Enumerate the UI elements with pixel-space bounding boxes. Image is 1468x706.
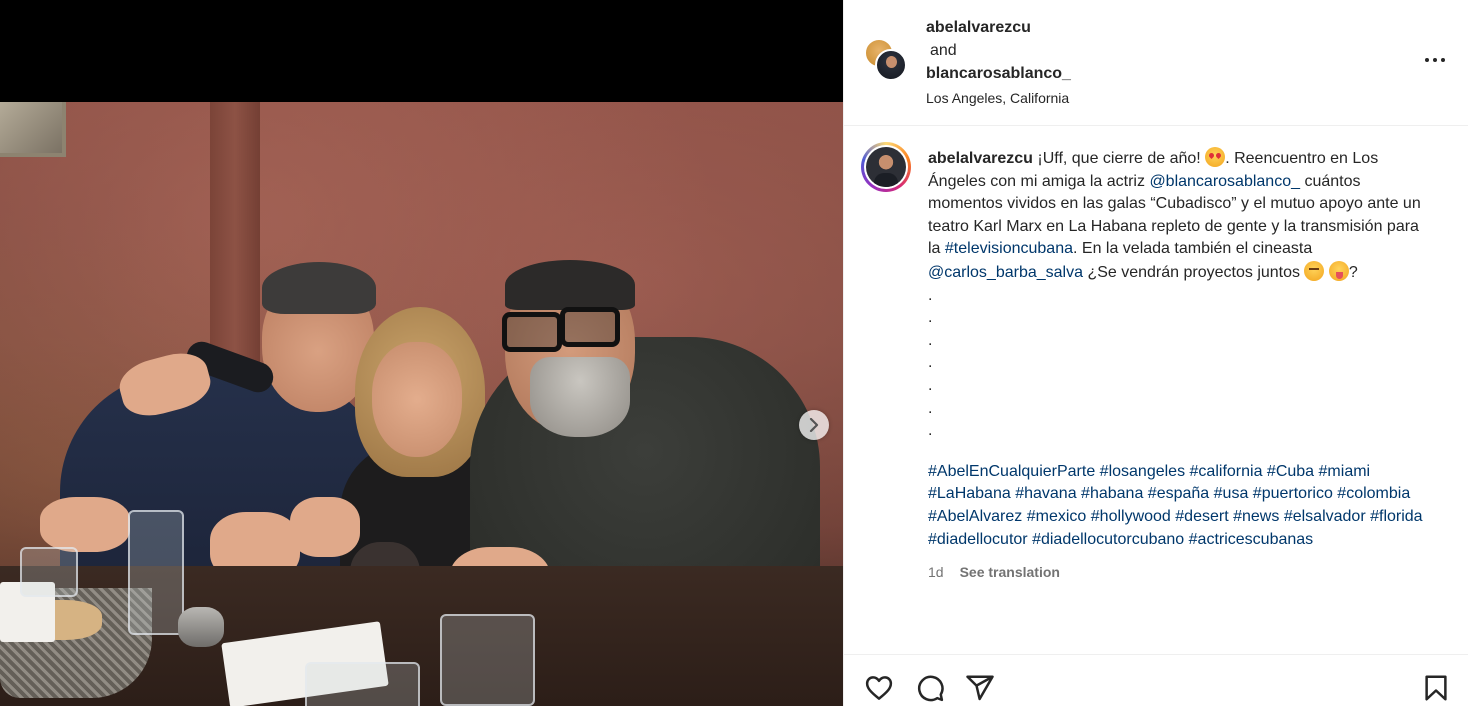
water-glass xyxy=(305,662,420,706)
header-username-1[interactable]: abelalvarezcu xyxy=(926,16,1071,39)
header-username-2[interactable]: blancarosablanco_ xyxy=(926,62,1071,85)
caption-text: abelalvarezcu ¡Uff, que cierre de año! .… xyxy=(928,147,1428,584)
hashtag-list: #AbelEnCualquierParte #losangeles #calif… xyxy=(928,461,1428,551)
collab-avatars[interactable] xyxy=(864,38,910,84)
avatar[interactable] xyxy=(875,49,907,81)
comment-icon[interactable] xyxy=(915,673,945,703)
bookmark-icon[interactable] xyxy=(1421,673,1451,703)
post-photo xyxy=(0,102,843,706)
creamer xyxy=(178,607,224,647)
hashtag-link[interactable]: #diadellocutor xyxy=(928,531,1028,548)
hashtag-link[interactable]: #havana xyxy=(1015,485,1076,502)
post-timestamp[interactable]: 1d xyxy=(928,561,944,584)
water-glass xyxy=(20,547,78,597)
hashtag-link[interactable]: #televisioncubana xyxy=(945,240,1073,257)
hashtag-link[interactable]: #colombia xyxy=(1337,485,1410,502)
chevron-right-icon xyxy=(809,418,819,432)
hashtag-link[interactable]: #mexico xyxy=(1027,508,1087,525)
caption-meta: 1d See translation xyxy=(928,561,1428,584)
post-media[interactable] xyxy=(0,0,843,706)
caption-dot: . xyxy=(928,331,933,349)
caption-dot: . xyxy=(928,422,933,440)
hashtag-link[interactable]: #AbelEnCualquierParte xyxy=(928,463,1095,480)
hashtag-link[interactable]: #diadellocutorcubano xyxy=(1032,531,1184,548)
hashtag-link[interactable]: #AbelAlvarez xyxy=(928,508,1022,525)
post-sidebar: abelalvarezcu and blancarosablanco_ Los … xyxy=(843,0,1468,706)
heart-icon[interactable] xyxy=(864,673,894,703)
hashtag-link[interactable]: #florida xyxy=(1370,508,1422,525)
caption-dot: . xyxy=(928,354,933,372)
water-glass xyxy=(128,510,184,635)
header-and: and xyxy=(930,42,957,59)
mention-link[interactable]: @blancarosablanco_ xyxy=(1149,173,1300,190)
header-names: abelalvarezcu and blancarosablanco_ Los … xyxy=(926,16,1071,110)
hashtag-link[interactable]: #puertorico xyxy=(1253,485,1333,502)
more-options-button[interactable] xyxy=(1423,48,1447,72)
hashtag-link[interactable]: #españa xyxy=(1148,485,1209,502)
hashtag-link[interactable]: #Cuba xyxy=(1267,463,1314,480)
more-icon xyxy=(1425,58,1429,62)
hashtag-link[interactable]: #LaHabana xyxy=(928,485,1011,502)
caption-dot: . xyxy=(928,376,933,394)
heart-eyes-emoji-icon xyxy=(1205,147,1226,167)
carousel-next-button[interactable] xyxy=(799,410,829,440)
see-translation-button[interactable]: See translation xyxy=(960,561,1060,584)
action-bar xyxy=(844,654,1468,706)
hashtag-link[interactable]: #news xyxy=(1233,508,1279,525)
mention-link[interactable]: @carlos_barba_salva xyxy=(928,264,1083,281)
wall-frame xyxy=(0,102,66,157)
tongue-emoji-icon xyxy=(1328,260,1349,281)
post-header: abelalvarezcu and blancarosablanco_ Los … xyxy=(844,0,1468,126)
hashtag-link[interactable]: #hollywood xyxy=(1091,508,1171,525)
caption-dot: . xyxy=(928,286,933,304)
hashtag-link[interactable]: #actricescubanas xyxy=(1189,531,1314,548)
hashtag-link[interactable]: #elsalvador xyxy=(1284,508,1366,525)
hashtag-link[interactable]: #habana xyxy=(1081,485,1143,502)
hashtag-link[interactable]: #miami xyxy=(1319,463,1371,480)
hashtag-link[interactable]: #usa xyxy=(1214,485,1249,502)
avatar[interactable] xyxy=(861,142,911,192)
hashtag-link[interactable]: #california xyxy=(1190,463,1263,480)
water-glass xyxy=(440,614,535,706)
caption-username[interactable]: abelalvarezcu xyxy=(928,150,1033,167)
header-location[interactable]: Los Angeles, California xyxy=(926,87,1071,110)
share-icon[interactable] xyxy=(965,673,995,703)
wall-pillar xyxy=(210,102,260,362)
caption-dot: . xyxy=(928,309,933,327)
hashtag-link[interactable]: #desert xyxy=(1175,508,1228,525)
hashtag-link[interactable]: #losangeles xyxy=(1100,463,1185,480)
caption-area: abelalvarezcu ¡Uff, que cierre de año! .… xyxy=(844,127,1468,654)
caption-dot: . xyxy=(928,399,933,417)
thinking-emoji-icon xyxy=(1304,260,1325,281)
